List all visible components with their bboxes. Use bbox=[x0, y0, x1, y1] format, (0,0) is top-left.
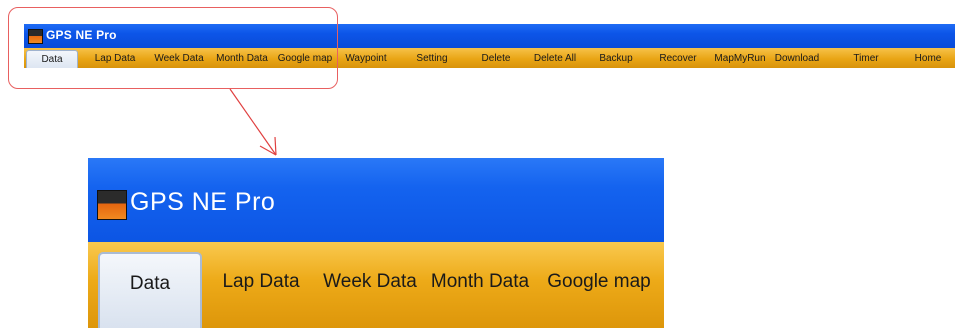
zoomed-tab-month-data[interactable]: Month Data bbox=[428, 252, 532, 328]
tab-setting[interactable]: Setting bbox=[410, 50, 454, 68]
zoomed-window: GPS NE Pro Data Lap Data Week Data Month… bbox=[88, 158, 664, 328]
tab-recover[interactable]: Recover bbox=[654, 50, 702, 68]
zoomed-window-title: GPS NE Pro bbox=[130, 188, 276, 216]
tab-backup[interactable]: Backup bbox=[594, 50, 638, 68]
tab-home[interactable]: Home bbox=[908, 50, 948, 68]
zoomed-title-bar: GPS NE Pro bbox=[88, 158, 664, 242]
tab-delete[interactable]: Delete bbox=[476, 50, 516, 68]
tab-timer[interactable]: Timer bbox=[846, 50, 886, 68]
tab-mapmyrun[interactable]: MapMyRun bbox=[712, 50, 768, 68]
zoomed-tab-week-data[interactable]: Week Data bbox=[320, 252, 420, 328]
tab-delete-all[interactable]: Delete All bbox=[530, 50, 580, 68]
zoomed-tab-data[interactable]: Data bbox=[98, 252, 202, 328]
tab-download[interactable]: Download bbox=[770, 50, 824, 68]
zoom-callout-frame bbox=[8, 7, 338, 89]
zoomed-tab-google-map[interactable]: Google map bbox=[544, 252, 654, 328]
zoomed-tab-lap-data[interactable]: Lap Data bbox=[218, 252, 304, 328]
app-logo-icon bbox=[97, 190, 127, 220]
tab-waypoint[interactable]: Waypoint bbox=[340, 50, 392, 68]
zoomed-tab-bar: Data Lap Data Week Data Month Data Googl… bbox=[88, 242, 664, 328]
